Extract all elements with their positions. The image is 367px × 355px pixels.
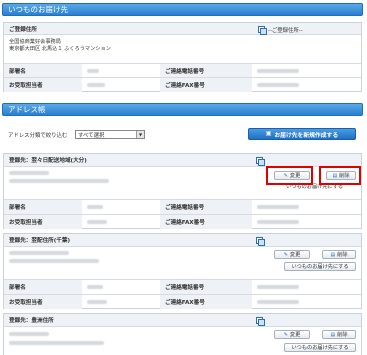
entry-3-delete-button[interactable]: ▤ 削除 [322,330,356,339]
dept-label: 部署名 [4,64,82,77]
address-line-1: 全国協商業好会事務局 [9,39,61,45]
trash-icon: ▤ [330,251,336,258]
phone-value [252,64,362,77]
registered-address-label: ご登録住所 [9,26,37,33]
phone-value [252,200,362,214]
contact-value [82,215,160,229]
entry-2-address-line-1 [9,251,69,255]
pencil-icon: ✎ [283,331,288,338]
entry-2-edit-button[interactable]: ✎ 変更 [274,250,310,259]
contact-label: お受取担当者 [4,78,82,92]
usual-destination-title: いつものお届け先 [8,5,68,14]
fax-value [252,78,362,92]
contact-value [82,78,160,92]
filter-select[interactable]: すべて選択 ▼ [75,130,145,139]
edit-highlight-box [266,166,313,185]
dept-label: 部署名 [4,280,82,294]
entry-2-edit-label: 変更 [289,252,301,258]
entry-2-delete-label: 削除 [337,252,348,258]
contact-label: お受取担当者 [4,295,82,309]
contact-fax-row: お受取担当者 ご連絡FAX番号 [4,77,361,92]
dept-value [82,280,160,294]
entry-2-heading: 登録先：翌配住所(千葉) [9,238,71,244]
entry-1-contact-fax-row: お受取担当者 ご連絡FAX番号 [4,214,361,229]
entry-1-heading: 登録先：翌々日配送地域(大分) [9,158,87,164]
address-block: 全国協商業好会事務局 東京都大田区 北馬込１ ふくろうマンション [9,39,111,53]
entry-1-dept-phone-row: 部署名 ご連絡電話番号 [4,199,361,214]
pencil-icon: ✎ [283,251,288,258]
entry-3-delete-label: 削除 [337,332,348,338]
dept-label: 部署名 [4,200,82,214]
dept-value [82,200,160,214]
entry-2-address-line-2 [9,259,99,263]
entry-3-heading-row: 登録先：豊洲住所 [4,314,361,327]
new-destination-button[interactable]: ▣ お届け先を新規作成する [248,128,356,140]
copy-icon[interactable] [256,237,265,246]
entry-3-address-line-1 [9,332,49,336]
add-icon: ▣ [265,131,272,137]
entry-3-heading: 登録先：豊洲住所 [9,318,54,324]
entry-2-dept-phone-row: 部署名 ご連絡電話番号 [4,279,361,294]
usual-destination-panel: ご登録住所 --ご登録住所-- 全国協商業好会事務局 東京都大田区 北馬込１ ふ… [3,22,362,92]
usual-destination-header: いつものお届け先 [2,3,363,16]
filter-select-value: すべて選択 [78,132,105,139]
fax-label: ご連絡FAX番号 [160,215,252,229]
phone-label: ご連絡電話番号 [160,200,252,214]
fax-label: ご連絡FAX番号 [160,295,252,309]
copy-icon[interactable] [258,26,267,35]
entry-2-set-usual-button[interactable]: いつものお届け先にする [284,262,356,271]
phone-label: ご連絡電話番号 [160,280,252,294]
dept-value [82,64,160,77]
address-book-title: アドレス帳 [8,105,46,114]
address-entry-1: 登録先：翌々日配送地域(大分) ✎ 変更 ▤ 削除 いつものお届け先にする 部署… [3,153,362,229]
entry-1-address-line-2 [9,179,109,183]
entry-2-delete-button[interactable]: ▤ 削除 [322,250,356,259]
fax-value [252,215,362,229]
filter-label: アドレス分類で絞り込む [8,133,68,139]
entry-2-contact-fax-row: お受取担当者 ご連絡FAX番号 [4,294,361,309]
entry-3-set-usual-button[interactable]: いつものお届け先にする [284,343,356,352]
delete-highlight-box [319,166,361,185]
copy-icon[interactable] [256,317,265,326]
contact-label: お受取担当者 [4,215,82,229]
chevron-down-icon: ▼ [136,131,144,138]
default-address-option[interactable]: --ご登録住所-- [268,26,303,34]
registered-address-row: ご登録住所 [4,23,361,35]
fax-value [252,295,362,309]
entry-3-edit-button[interactable]: ✎ 変更 [274,330,310,339]
fax-label: ご連絡FAX番号 [160,78,252,92]
address-line-2: 東京都大田区 北馬込１ ふくろうマンション [9,46,111,52]
entry-1-address-line-1 [9,171,49,175]
entry-3-edit-label: 変更 [289,332,301,338]
phone-label: ご連絡電話番号 [160,64,252,77]
address-entry-3: 登録先：豊洲住所 ✎ 変更 ▤ 削除 いつものお届け先にする [3,313,362,355]
entry-3-set-usual-label: いつものお届け先にする [291,345,349,351]
entry-2-heading-row: 登録先：翌配住所(千葉) [4,234,361,247]
contact-value [82,295,160,309]
copy-icon[interactable] [256,157,265,166]
entry-3-address-line-2 [9,341,104,345]
address-entry-2: 登録先：翌配住所(千葉) ✎ 変更 ▤ 削除 いつものお届け先にする 部署名 ご… [3,233,362,309]
phone-value [252,280,362,294]
dept-phone-row: 部署名 ご連絡電話番号 [4,63,361,77]
entry-2-set-usual-label: いつものお届け先にする [291,264,349,270]
new-destination-label: お届け先を新規作成する [274,132,339,139]
trash-icon: ▤ [330,331,336,338]
address-book-header: アドレス帳 [2,103,363,116]
